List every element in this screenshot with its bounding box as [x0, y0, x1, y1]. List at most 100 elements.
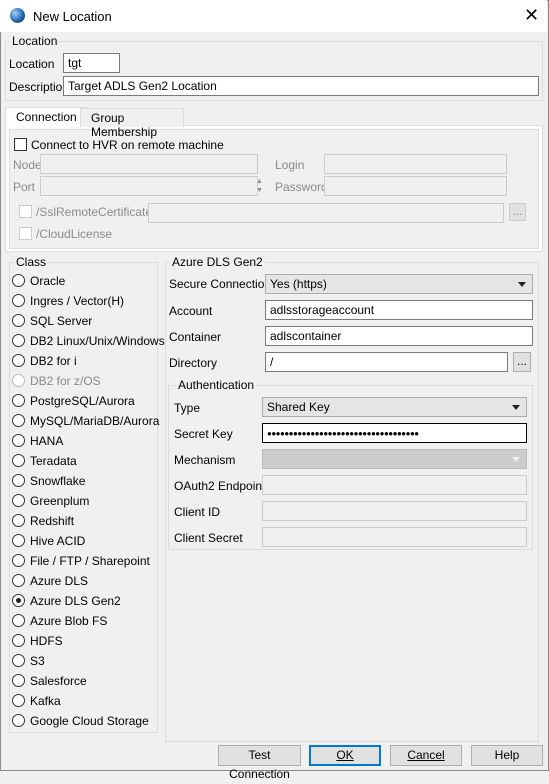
class-radio[interactable]: [12, 274, 25, 287]
oauth2-endpoint-label: OAuth2 Endpoint: [174, 479, 266, 493]
secure-connection-select[interactable]: Yes (https): [265, 274, 533, 294]
class-radio-label[interactable]: Azure DLS: [30, 574, 88, 588]
container-input[interactable]: adlscontainer: [265, 326, 533, 346]
remote-label: Connect to HVR on remote machine: [31, 138, 224, 152]
ok-button[interactable]: OK: [309, 745, 381, 766]
directory-browse-button[interactable]: ...: [513, 352, 531, 372]
class-radio[interactable]: [12, 654, 25, 667]
class-radio[interactable]: [12, 334, 25, 347]
class-radio-label[interactable]: DB2 for i: [30, 354, 77, 368]
mechanism-select[interactable]: [262, 449, 527, 469]
class-radio-label[interactable]: Azure DLS Gen2: [30, 594, 121, 608]
class-legend: Class: [14, 255, 49, 269]
class-radio-label[interactable]: DB2 for z/OS: [30, 374, 101, 388]
node-input[interactable]: [40, 154, 258, 174]
description-label: Description: [9, 80, 70, 94]
class-radio[interactable]: [12, 674, 25, 687]
ssl-label: /SslRemoteCertificate: [36, 205, 153, 219]
authentication-legend: Authentication: [176, 378, 257, 392]
class-radio[interactable]: [12, 354, 25, 367]
chevron-down-icon: [512, 457, 520, 462]
class-radio-label[interactable]: Oracle: [30, 274, 65, 288]
class-radio[interactable]: [12, 434, 25, 447]
class-radio[interactable]: [12, 494, 25, 507]
class-radio[interactable]: [12, 594, 25, 607]
remote-checkbox[interactable]: [14, 138, 27, 151]
cloud-license-checkbox[interactable]: [19, 227, 32, 240]
secret-key-input[interactable]: ●●●●●●●●●●●●●●●●●●●●●●●●●●●●●●●●●●●: [262, 423, 527, 443]
globe-icon: [10, 8, 25, 23]
class-radio-label[interactable]: MySQL/MariaDB/Aurora: [30, 414, 159, 428]
description-input[interactable]: Target ADLS Gen2 Location: [63, 76, 539, 96]
class-radio-label[interactable]: PostgreSQL/Aurora: [30, 394, 135, 408]
directory-label: Directory: [169, 356, 218, 370]
class-radio[interactable]: [12, 394, 25, 407]
class-radio-label[interactable]: Salesforce: [30, 674, 87, 688]
client-id-input[interactable]: [262, 501, 527, 521]
directory-input[interactable]: /: [265, 352, 508, 372]
close-icon[interactable]: ✕: [524, 5, 539, 26]
ssl-browse-button[interactable]: ...: [509, 203, 526, 221]
class-radio-label[interactable]: DB2 Linux/Unix/Windows: [30, 334, 165, 348]
class-radio-label[interactable]: Teradata: [30, 454, 77, 468]
port-input[interactable]: [40, 176, 258, 196]
account-input[interactable]: adlsstorageaccount: [265, 300, 533, 320]
class-radio[interactable]: [12, 714, 25, 727]
class-radio[interactable]: [12, 374, 25, 387]
ssl-checkbox[interactable]: [19, 205, 32, 218]
class-radio-label[interactable]: HANA: [30, 434, 63, 448]
class-radio[interactable]: [12, 294, 25, 307]
azure-legend: Azure DLS Gen2: [170, 255, 265, 269]
password-label: Password: [275, 180, 328, 194]
tab-connection[interactable]: Connection: [5, 107, 88, 127]
class-radio-label[interactable]: File / FTP / Sharepoint: [30, 554, 150, 568]
class-radio[interactable]: [12, 414, 25, 427]
title-bar: New Location ✕: [0, 0, 547, 32]
class-radio[interactable]: [12, 554, 25, 567]
node-label: Node: [13, 158, 42, 172]
password-input[interactable]: [324, 176, 507, 196]
class-radio[interactable]: [12, 534, 25, 547]
class-radio-label[interactable]: HDFS: [30, 634, 63, 648]
chevron-down-icon: [512, 405, 520, 410]
class-radio[interactable]: [12, 474, 25, 487]
ssl-input[interactable]: [148, 203, 504, 223]
class-radio-label[interactable]: Google Cloud Storage: [30, 714, 149, 728]
client-secret-input[interactable]: [262, 527, 527, 547]
class-radio[interactable]: [12, 634, 25, 647]
class-radio[interactable]: [12, 514, 25, 527]
port-label: Port: [13, 180, 36, 194]
location-label: Location: [9, 57, 55, 71]
container-label: Container: [169, 330, 222, 344]
class-radio-label[interactable]: Azure Blob FS: [30, 614, 107, 628]
test-connection-button[interactable]: Test Connection: [218, 745, 301, 781]
location-legend: Location: [10, 34, 60, 48]
tab-group-membership[interactable]: Group Membership: [80, 108, 184, 139]
oauth2-endpoint-input[interactable]: [262, 475, 527, 495]
class-radio-label[interactable]: Snowflake: [30, 474, 85, 488]
auth-type-select[interactable]: Shared Key: [262, 397, 527, 417]
class-radio-label[interactable]: Greenplum: [30, 494, 89, 508]
help-button[interactable]: Help: [471, 745, 543, 766]
class-radio[interactable]: [12, 314, 25, 327]
class-radio[interactable]: [12, 574, 25, 587]
spinner-icon[interactable]: ▲ ▼: [256, 177, 263, 195]
class-radio[interactable]: [12, 614, 25, 627]
class-radio[interactable]: [12, 694, 25, 707]
class-radio-label[interactable]: Ingres / Vector(H): [30, 294, 124, 308]
login-input[interactable]: [324, 154, 507, 174]
login-label: Login: [275, 158, 305, 172]
class-radio-label[interactable]: Kafka: [30, 694, 61, 708]
secure-connection-label: Secure Connection: [169, 277, 272, 291]
type-label: Type: [174, 401, 201, 415]
class-radio-label[interactable]: Hive ACID: [30, 534, 85, 548]
secure-connection-value: Yes (https): [270, 277, 327, 291]
class-radio-label[interactable]: Redshift: [30, 514, 74, 528]
account-label: Account: [169, 304, 213, 318]
cancel-button[interactable]: Cancel: [390, 745, 462, 766]
class-radio-label[interactable]: S3: [30, 654, 45, 668]
window-title: New Location: [33, 9, 112, 24]
class-radio[interactable]: [12, 454, 25, 467]
class-radio-label[interactable]: SQL Server: [30, 314, 92, 328]
location-input[interactable]: tgt: [63, 53, 120, 73]
